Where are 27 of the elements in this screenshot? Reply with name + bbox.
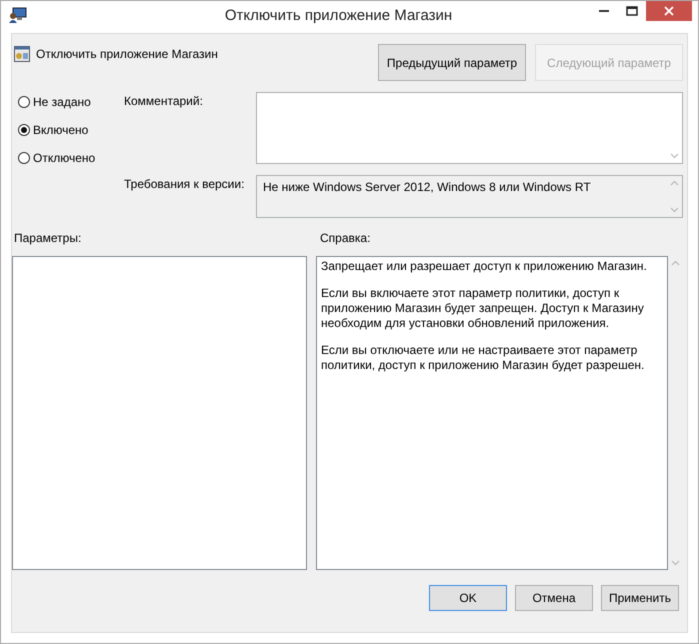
radio-label: Не задано — [33, 95, 91, 109]
help-paragraph: Если вы включаете этот параметр политики, доступ к приложению Магазин будет запрещен. Доступ к Магазину необходим для установки обновлений приложения. — [321, 286, 645, 331]
help-label: Справка: — [320, 231, 370, 245]
radio-button[interactable] — [18, 152, 30, 164]
computer-icon — [9, 7, 27, 23]
help-paragraph: Если вы отключаете или не настраиваете этот параметр политики, доступ к приложению Магазин будет разрешен. — [321, 343, 646, 373]
options-label: Параметры: — [13, 231, 82, 245]
close-icon — [664, 6, 674, 16]
radio-label: Включено — [33, 123, 88, 137]
previous-setting-button[interactable]: Предыдущий параметр — [378, 44, 526, 81]
minimize-icon — [599, 10, 609, 12]
radio-label: Отключено — [33, 151, 96, 165]
comment-field[interactable] — [256, 92, 683, 164]
cancel-button[interactable]: Отмена — [515, 585, 593, 611]
policy-title: Отключить приложение Магазин — [36, 47, 218, 61]
apply-button[interactable]: Применить — [601, 585, 679, 611]
ok-button[interactable]: OK — [429, 585, 507, 611]
close-button[interactable] — [646, 1, 692, 21]
radio-button[interactable] — [18, 124, 30, 136]
radio-button[interactable] — [18, 96, 30, 108]
policy-icon — [14, 46, 30, 62]
comment-label: Комментарий: — [124, 93, 204, 110]
maximize-icon — [626, 6, 638, 16]
requirements-text: Не ниже Windows Server 2012, Windows 8 или Windows RT — [262, 178, 592, 196]
window-title: Отключить приложение Магазин — [224, 7, 454, 24]
requirements-label: Требования к версии: — [124, 176, 246, 192]
help-paragraph: Запрещает или разрешает доступ к приложению Магазин. — [321, 259, 648, 274]
